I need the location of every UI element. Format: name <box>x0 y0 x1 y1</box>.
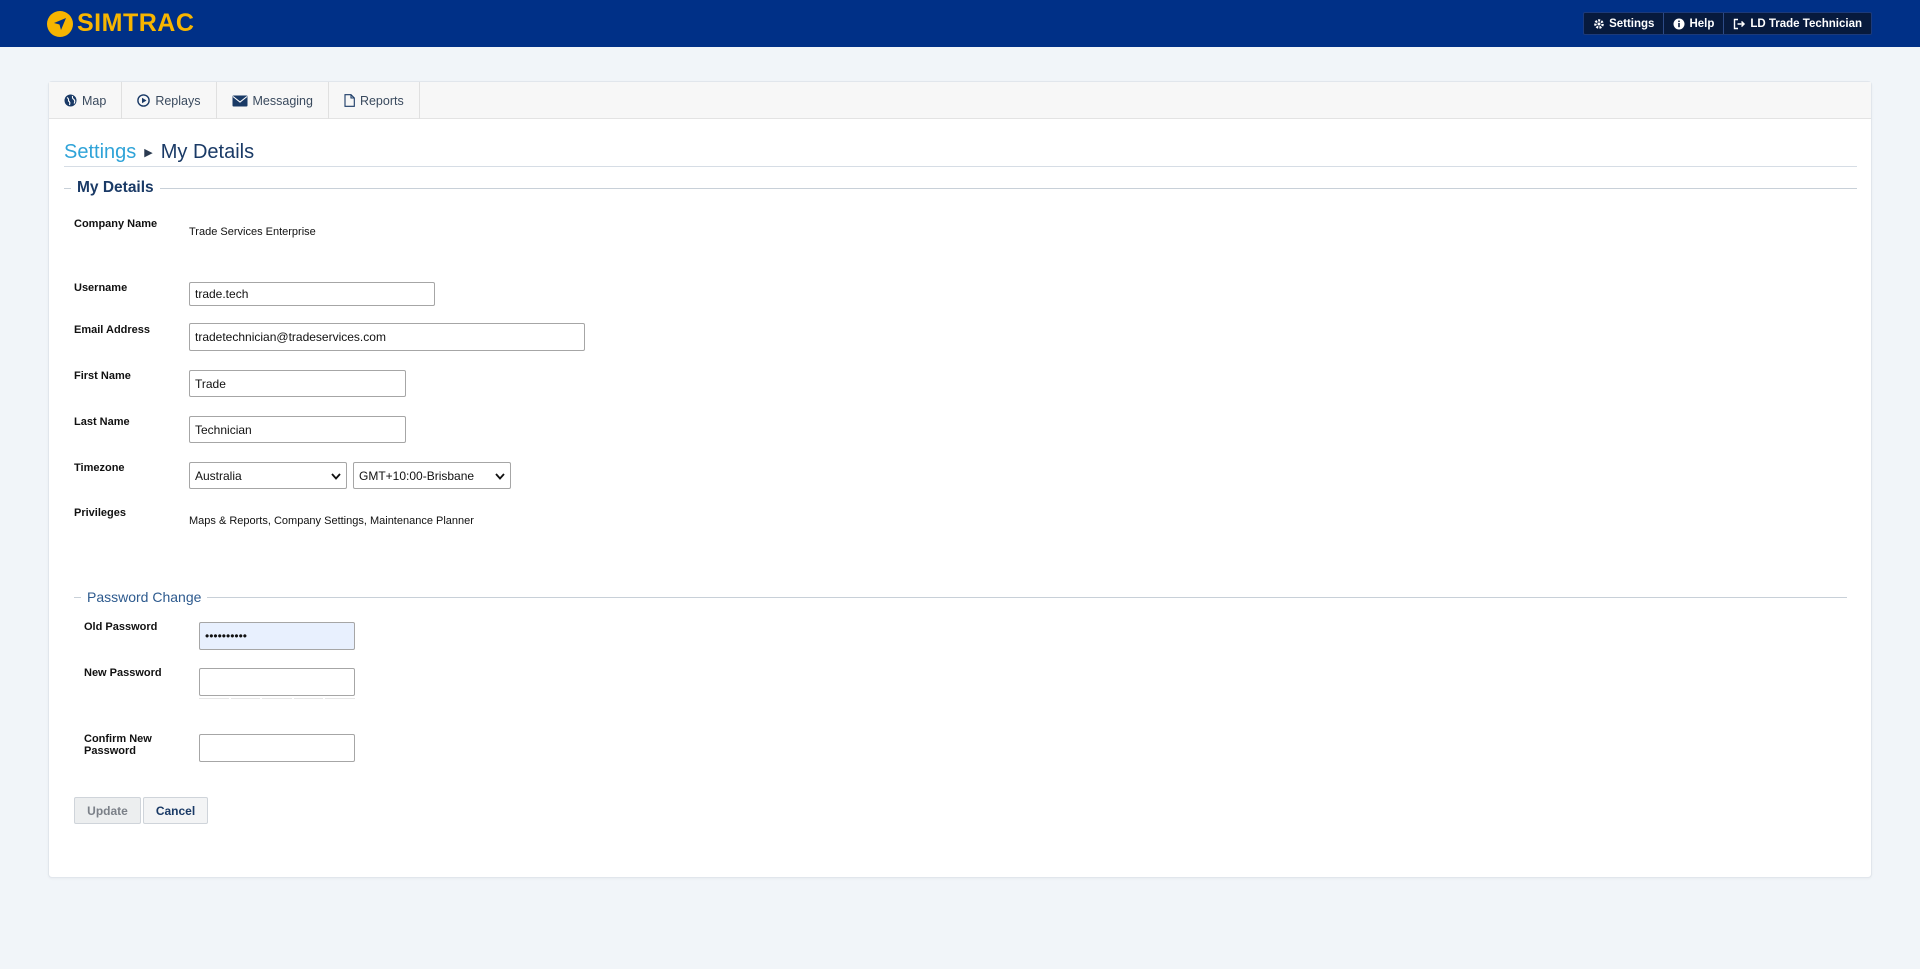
logo-text: SIMTRAC <box>77 9 195 37</box>
legend-divider <box>207 596 1847 598</box>
my-details-legend: My Details <box>64 179 1857 197</box>
top-bar: SIMTRAC Settings Help LD Trade Technicia… <box>0 0 1920 47</box>
main-tabs: Map Replays Messaging Reports <box>49 82 1871 119</box>
user-name-label: LD Trade Technician <box>1750 17 1862 30</box>
play-circle-icon <box>137 94 151 107</box>
tab-reports[interactable]: Reports <box>329 82 420 119</box>
email-label: Email Address <box>74 324 151 336</box>
tab-map-label: Map <box>82 93 107 108</box>
last-name-label: Last Name <box>74 416 130 428</box>
privileges-value: Maps & Reports, Company Settings, Mainte… <box>189 515 474 527</box>
first-name-label: First Name <box>74 370 131 382</box>
confirm-password-label-line2: Password <box>84 745 136 757</box>
legend-divider <box>159 187 1857 189</box>
chevron-down-icon <box>331 469 341 483</box>
last-name-input[interactable] <box>189 416 406 443</box>
update-button[interactable]: Update <box>74 797 141 824</box>
help-label: Help <box>1689 17 1715 30</box>
settings-menu-button[interactable]: Settings <box>1584 13 1663 34</box>
new-password-input[interactable] <box>199 668 355 696</box>
password-change-legend: Password Change <box>74 589 1847 605</box>
chevron-down-icon <box>495 469 505 483</box>
strength-segment <box>293 696 324 699</box>
breadcrumb-settings-link[interactable]: Settings <box>64 141 136 164</box>
privileges-label: Privileges <box>74 507 126 519</box>
confirm-password-label: Confirm New Password <box>84 733 152 757</box>
tab-messaging-label: Messaging <box>252 93 313 108</box>
username-input[interactable] <box>189 282 435 306</box>
main-panel: Map Replays Messaging Reports Settings ▶… <box>48 81 1872 878</box>
legend-divider <box>74 596 81 598</box>
gear-icon <box>1593 18 1605 30</box>
tab-reports-label: Reports <box>359 93 404 108</box>
breadcrumb: Settings ▶ My Details <box>64 139 1857 167</box>
legend-divider <box>64 187 71 189</box>
caret-right-icon: ▶ <box>144 147 153 159</box>
simtrac-logo[interactable]: SIMTRAC <box>47 9 195 37</box>
cancel-button[interactable]: Cancel <box>143 797 208 824</box>
breadcrumb-current: My Details <box>160 141 255 163</box>
help-button[interactable]: Help <box>1663 13 1723 34</box>
timezone-region-select[interactable]: Australia <box>189 462 347 489</box>
company-name-value: Trade Services Enterprise <box>189 226 316 238</box>
tab-map[interactable]: Map <box>49 82 123 119</box>
globe-icon <box>64 94 77 107</box>
strength-segment <box>325 696 355 699</box>
confirm-password-input[interactable] <box>199 734 355 762</box>
tab-messaging[interactable]: Messaging <box>217 82 329 119</box>
username-label: Username <box>74 282 128 294</box>
password-change-heading: Password Change <box>87 589 202 605</box>
old-password-input[interactable] <box>199 622 355 650</box>
old-password-label: Old Password <box>84 621 158 633</box>
envelope-icon <box>232 95 248 107</box>
company-name-label: Company Name <box>74 218 158 230</box>
info-icon <box>1673 18 1685 30</box>
tab-replays[interactable]: Replays <box>122 82 217 119</box>
new-password-label: New Password <box>84 667 162 679</box>
tab-replays-label: Replays <box>155 93 201 108</box>
strength-segment <box>230 696 261 699</box>
settings-menu-label: Settings <box>1609 17 1655 30</box>
timezone-region-value: Australia <box>195 468 242 483</box>
location-arrow-icon <box>47 10 73 37</box>
email-input[interactable] <box>189 323 585 351</box>
user-menu-button[interactable]: LD Trade Technician <box>1723 13 1871 34</box>
strength-segment <box>199 696 229 699</box>
sign-out-icon <box>1733 18 1746 30</box>
file-icon <box>344 94 355 107</box>
first-name-input[interactable] <box>189 370 406 397</box>
confirm-password-label-line1: Confirm New <box>84 733 152 745</box>
timezone-label: Timezone <box>74 462 125 474</box>
password-strength-meter <box>199 696 355 699</box>
timezone-zone-value: GMT+10:00-Brisbane <box>359 468 475 483</box>
timezone-zone-select[interactable]: GMT+10:00-Brisbane <box>353 462 511 489</box>
top-nav: Settings Help LD Trade Technician <box>1583 12 1872 35</box>
strength-segment <box>262 696 292 699</box>
my-details-heading: My Details <box>77 179 154 196</box>
